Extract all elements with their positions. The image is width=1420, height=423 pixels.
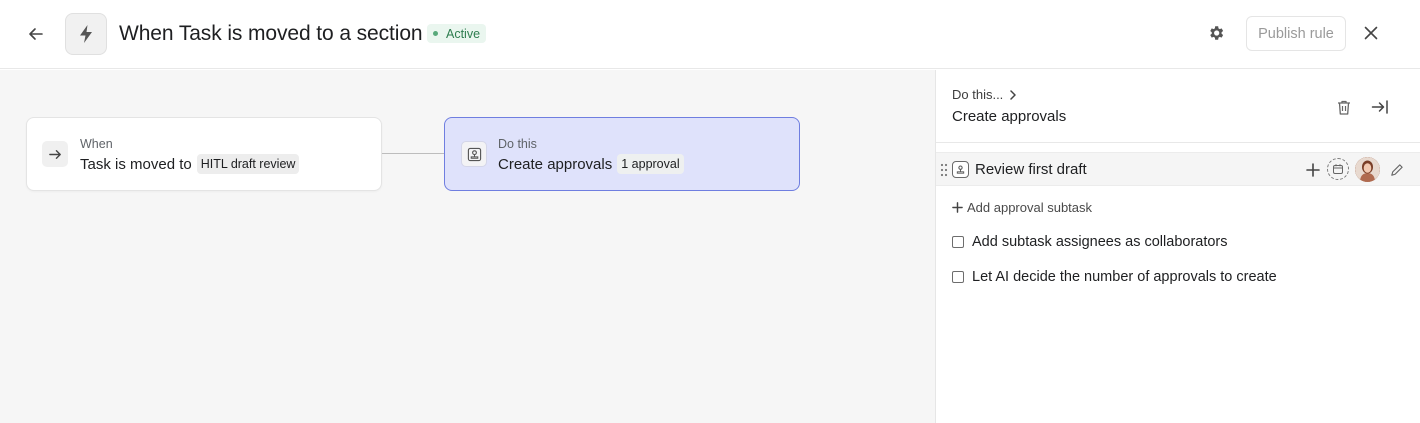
panel-divider	[936, 142, 1420, 143]
add-approval-subtask-label: Add approval subtask	[967, 200, 1093, 215]
plus-icon	[1306, 163, 1320, 177]
action-icon-tile	[461, 141, 487, 167]
gear-icon	[1210, 26, 1224, 40]
approval-stamp-icon	[467, 147, 481, 161]
subtask-row[interactable]: Review first draft	[936, 152, 1420, 186]
page-title: When Task is moved to a section	[119, 22, 423, 45]
add-approval-subtask-button[interactable]: Add approval subtask	[952, 200, 1092, 215]
add-subtask-item-button[interactable]	[1303, 160, 1323, 180]
chevron-right-icon	[1009, 89, 1017, 100]
assignee-avatar[interactable]	[1355, 157, 1380, 182]
trigger-body: Task is moved to HITL draft review	[80, 154, 300, 174]
approval-stamp-icon	[952, 161, 969, 178]
trigger-node[interactable]: When Task is moved to HITL draft review	[26, 117, 382, 191]
back-button[interactable]	[20, 19, 52, 49]
ai-decide-label: Let AI decide the number of approvals to…	[972, 269, 1277, 285]
close-button[interactable]	[1358, 20, 1384, 46]
rule-type-tile	[65, 13, 107, 55]
rule-canvas: When Task is moved to HITL draft review …	[0, 70, 935, 423]
settings-button[interactable]	[1203, 20, 1229, 46]
top-bar: When Task is moved to a section Active P…	[0, 0, 1420, 69]
plus-icon	[952, 202, 963, 213]
collaborators-checkbox[interactable]	[952, 236, 964, 248]
drag-handle-icon[interactable]	[940, 163, 948, 177]
action-details-panel: Do this... Create approvals Review first…	[935, 70, 1420, 423]
action-kicker: Do this	[498, 137, 537, 151]
calendar-icon	[1333, 164, 1343, 174]
panel-title: Create approvals	[952, 108, 1067, 125]
trigger-section-tag: HITL draft review	[196, 154, 300, 174]
subtask-name[interactable]: Review first draft	[975, 161, 1087, 178]
arrow-left-icon	[29, 28, 43, 40]
pencil-icon	[1390, 163, 1403, 176]
collapse-panel-button[interactable]	[1369, 96, 1391, 118]
collapse-right-icon	[1371, 100, 1388, 114]
due-date-button[interactable]	[1327, 158, 1349, 180]
trigger-kicker: When	[80, 137, 113, 151]
lightning-icon	[80, 25, 92, 43]
arrow-right-icon	[48, 149, 61, 159]
option-ai-decide[interactable]: Let AI decide the number of approvals to…	[952, 269, 1277, 285]
trigger-text: Task is moved to	[80, 155, 192, 173]
publish-rule-button[interactable]: Publish rule	[1246, 16, 1346, 51]
action-text: Create approvals	[498, 155, 613, 173]
collaborators-label: Add subtask assignees as collaborators	[972, 234, 1228, 250]
status-badge: Active	[427, 24, 487, 43]
node-connector	[382, 153, 444, 154]
status-dot	[433, 31, 438, 36]
edit-subtask-button[interactable]	[1386, 160, 1406, 180]
breadcrumb[interactable]: Do this...	[952, 87, 1017, 102]
trigger-icon-tile	[42, 141, 68, 167]
close-icon	[1364, 26, 1378, 40]
delete-action-button[interactable]	[1333, 96, 1355, 118]
action-node[interactable]: Do this Create approvals 1 approval	[444, 117, 800, 191]
option-add-collaborators[interactable]: Add subtask assignees as collaborators	[952, 234, 1228, 250]
breadcrumb-label: Do this...	[952, 87, 1004, 102]
action-count-tag: 1 approval	[617, 154, 684, 174]
action-body: Create approvals 1 approval	[498, 154, 684, 174]
trash-icon	[1338, 100, 1350, 115]
status-label: Active	[446, 26, 481, 41]
ai-decide-checkbox[interactable]	[952, 271, 964, 283]
